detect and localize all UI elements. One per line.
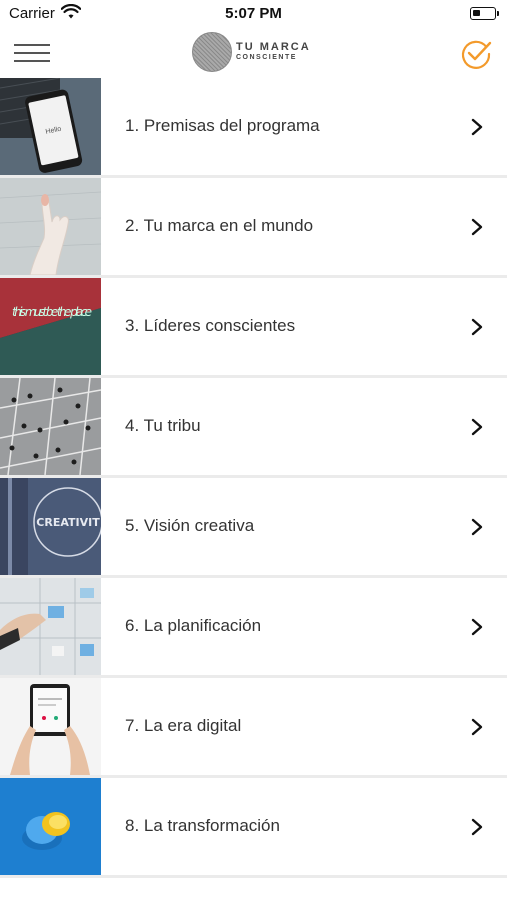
clock: 5:07 PM	[225, 5, 282, 22]
chevron-right-icon	[471, 618, 483, 636]
item-label: 7. La era digital	[125, 716, 242, 735]
list-item[interactable]: CREATIVIT 5. Visión creativa	[0, 478, 507, 578]
item-label: 5. Visión creativa	[125, 516, 255, 535]
list-item[interactable]: this must be the place 3. Líderes consci…	[0, 278, 507, 378]
item-label: 2. Tu marca en el mundo	[125, 216, 314, 235]
brand-logo: TU MARCA CONSCIENTE	[192, 32, 322, 74]
battery-level	[473, 10, 480, 16]
chevron-right-icon	[471, 818, 483, 836]
chevron-right-icon	[471, 218, 483, 236]
chevron-right-icon	[471, 518, 483, 536]
planning-board-photo	[0, 578, 101, 675]
check-circle-icon[interactable]	[459, 37, 493, 71]
list-end	[0, 880, 507, 900]
item-label: 3. Líderes conscientes	[125, 316, 296, 335]
neon-sign-photo: this must be the place	[0, 278, 101, 375]
chevron-right-icon	[471, 718, 483, 736]
list-item[interactable]: 8. La transformación	[0, 778, 507, 878]
item-label: 8. La transformación	[125, 816, 280, 835]
item-label: 6. La planificación	[125, 616, 262, 635]
chevron-right-icon	[471, 118, 483, 136]
battery-tip	[497, 11, 499, 16]
app-header: TU MARCA CONSCIENTE	[0, 28, 507, 78]
list-item[interactable]: 2. Tu marca en el mundo	[0, 178, 507, 278]
tablet-hands-photo	[0, 678, 101, 775]
list-item[interactable]: 6. La planificación	[0, 578, 507, 678]
creativity-sign-photo: CREATIVIT	[0, 478, 101, 575]
list-item[interactable]: Hello 1. Premisas del programa	[0, 78, 507, 178]
item-label: 4. Tu tribu	[125, 416, 201, 435]
logo-title: TU MARCA	[236, 41, 311, 53]
phone-hello-photo: Hello	[0, 78, 101, 175]
hand-photo	[0, 178, 101, 275]
chevron-right-icon	[471, 418, 483, 436]
logo-subtitle: CONSCIENTE	[236, 54, 297, 61]
chevron-right-icon	[471, 318, 483, 336]
creativity-sign-text: CREATIVIT	[36, 516, 100, 529]
item-label: 1. Premisas del programa	[125, 116, 320, 135]
hamburger-menu-icon[interactable]	[14, 41, 50, 65]
neon-sign-text: this must be the place	[12, 305, 92, 319]
crowd-aerial-photo	[0, 378, 101, 475]
list-item[interactable]: 7. La era digital	[0, 678, 507, 778]
battery-icon	[470, 7, 496, 20]
egg-blue-photo	[0, 778, 101, 875]
list-item[interactable]: 4. Tu tribu	[0, 378, 507, 478]
logo-circle	[192, 32, 232, 72]
status-bar: Carrier 5:07 PM	[0, 0, 507, 28]
